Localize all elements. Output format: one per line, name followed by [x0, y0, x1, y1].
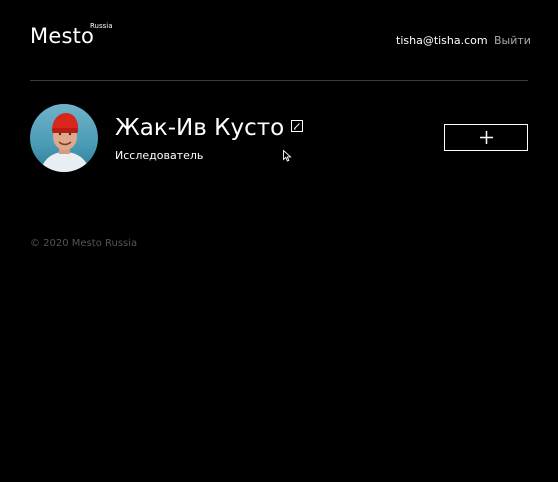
profile-name: Жак-Ив Кусто: [115, 115, 285, 141]
plus-icon: [480, 131, 493, 144]
logo-subtitle: Russia: [90, 22, 113, 30]
pencil-icon: [294, 123, 300, 130]
header: Mesto Russia tisha@tisha.com Выйти: [30, 0, 531, 81]
logo-text: Mesto: [30, 24, 95, 48]
mouse-cursor-icon: [283, 147, 292, 166]
user-email: tisha@tisha.com: [396, 34, 488, 47]
logout-link[interactable]: Выйти: [494, 34, 531, 48]
avatar-photo: [30, 104, 98, 172]
footer-copyright: © 2020 Mesto Russia: [30, 238, 138, 249]
add-card-button[interactable]: [444, 124, 528, 151]
avatar[interactable]: [30, 104, 98, 172]
edit-profile-button[interactable]: [291, 120, 303, 132]
profile-job: Исследователь: [115, 149, 204, 162]
profile: Жак-Ив Кусто Исследователь: [30, 104, 528, 172]
